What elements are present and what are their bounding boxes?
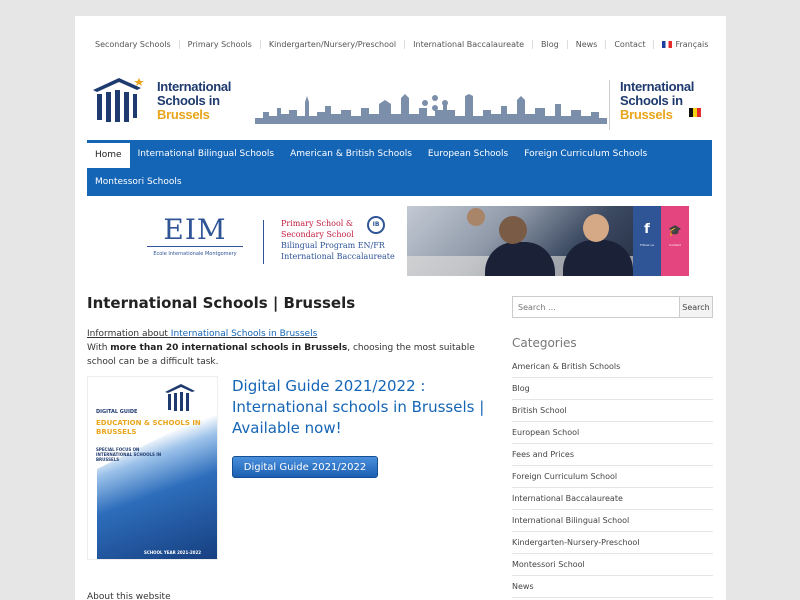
main-nav: Home International Bilingual Schools Ame… [87, 140, 712, 196]
categories-heading: Categories [512, 336, 577, 350]
nav-montessori-schools[interactable]: Montessori Schools [87, 168, 190, 196]
secondary-logo-line-3: Brussels [620, 107, 673, 122]
logo-line-3: Brussels [157, 107, 210, 122]
main-content: International Schools | Brussels Informa… [87, 294, 497, 560]
category-item[interactable]: International Bilingual School [512, 510, 713, 532]
info-prefix: Information about [87, 329, 171, 339]
main-nav-row-2: Montessori Schools [87, 168, 712, 196]
about-heading: About this website [87, 592, 171, 600]
facebook-icon[interactable]: f Follow us [633, 206, 661, 276]
eim-wordmark: EIM [147, 206, 243, 247]
eim-logo: EIM Ecole Internationale Montgomery [135, 206, 255, 276]
logo-line-1: International [157, 79, 232, 94]
topnav-contact[interactable]: Contact [606, 39, 655, 49]
ib-badge-icon: IB [367, 216, 385, 234]
info-link[interactable]: International Schools in Brussels [171, 329, 317, 339]
cover-caption-3: SPECIAL FOCUS ON INTERNATIONAL SCHOOLS I… [96, 447, 162, 462]
category-item[interactable]: International Baccalaureate [512, 488, 713, 510]
category-item[interactable]: Blog [512, 378, 713, 400]
category-item[interactable]: Fees and Prices [512, 444, 713, 466]
category-item[interactable]: European School [512, 422, 713, 444]
language-label: Français [675, 39, 709, 49]
guide-title-link[interactable]: Digital Guide 2021/2022 : International … [232, 376, 492, 439]
nav-home[interactable]: Home [87, 140, 130, 168]
page: Secondary Schools Primary Schools Kinder… [75, 16, 726, 600]
topnav-news[interactable]: News [568, 39, 607, 49]
banner-line-4: International Baccalaureate [281, 252, 395, 261]
category-item[interactable]: News [512, 576, 713, 598]
school-building-icon [93, 78, 144, 122]
french-flag-icon [662, 40, 673, 48]
nav-international-bilingual-schools[interactable]: International Bilingual Schools [130, 140, 283, 168]
info-line: Information about International Schools … [87, 329, 497, 339]
logo-text: International Schools in Brussels [157, 80, 231, 122]
categories-list: American & British Schools Blog British … [512, 356, 713, 598]
topnav-secondary-schools[interactable]: Secondary Schools [87, 39, 180, 49]
students-photo [407, 206, 633, 276]
cover-caption-4: SCHOOL YEAR 2021-2022 [144, 550, 202, 555]
search-button[interactable]: Search [680, 296, 713, 318]
graduation-cap-icon[interactable]: 🎓 Contact [661, 206, 689, 276]
digital-guide-cover-image[interactable]: DIGITAL GUIDE EDUCATION & SCHOOLS IN BRU… [87, 376, 218, 560]
category-item[interactable]: British School [512, 400, 713, 422]
site-logo[interactable]: International Schools in Brussels [89, 74, 239, 126]
sidebar: Search Categories American & British Sch… [512, 296, 713, 598]
intro-bold: more than 20 international schools in Br… [110, 343, 348, 353]
topnav-primary-schools[interactable]: Primary Schools [180, 39, 261, 49]
page-title: International Schools | Brussels [87, 294, 356, 312]
top-nav: Secondary Schools Primary Schools Kinder… [87, 36, 716, 52]
topnav-international-baccalaureate[interactable]: International Baccalaureate [405, 39, 534, 49]
category-item[interactable]: Kindergarten-Nursery-Preschool [512, 532, 713, 554]
digital-guide-button[interactable]: Digital Guide 2021/2022 [232, 456, 378, 478]
banner-divider [263, 220, 264, 264]
search-input[interactable] [512, 296, 680, 318]
eim-banner-ad[interactable]: EIM Ecole Internationale Montgomery Prim… [135, 206, 690, 276]
cover-caption-1: DIGITAL GUIDE [96, 409, 138, 415]
cover-caption-2: EDUCATION & SCHOOLS IN BRUSSELS [96, 419, 201, 436]
category-item[interactable]: Montessori School [512, 554, 713, 576]
eim-subtitle: Ecole Internationale Montgomery [153, 251, 237, 257]
brussels-skyline-image [255, 94, 607, 124]
nav-european-schools[interactable]: European Schools [420, 140, 516, 168]
main-nav-row-1: Home International Bilingual Schools Ame… [87, 140, 712, 168]
intro-paragraph: With more than 20 international schools … [87, 343, 475, 367]
belgian-flag-icon [689, 108, 701, 117]
banner-line-3: Bilingual Program EN/FR [281, 241, 385, 250]
category-item[interactable]: Foreign Curriculum School [512, 466, 713, 488]
topnav-blog[interactable]: Blog [533, 39, 568, 49]
topnav-francais[interactable]: Français [654, 40, 716, 49]
secondary-logo-line-1: International [620, 79, 695, 94]
secondary-logo: International Schools in Brussels [609, 80, 719, 130]
logo-line-2: Schools in [157, 93, 220, 108]
guide-logo-icon [165, 384, 195, 411]
secondary-logo-line-2: Schools in [620, 93, 683, 108]
nav-foreign-curriculum-schools[interactable]: Foreign Curriculum Schools [516, 140, 655, 168]
topnav-kindergarten[interactable]: Kindergarten/Nursery/Preschool [261, 39, 406, 49]
nav-american-british-schools[interactable]: American & British Schools [282, 140, 420, 168]
category-item[interactable]: American & British Schools [512, 356, 713, 378]
search-form: Search [512, 296, 713, 318]
